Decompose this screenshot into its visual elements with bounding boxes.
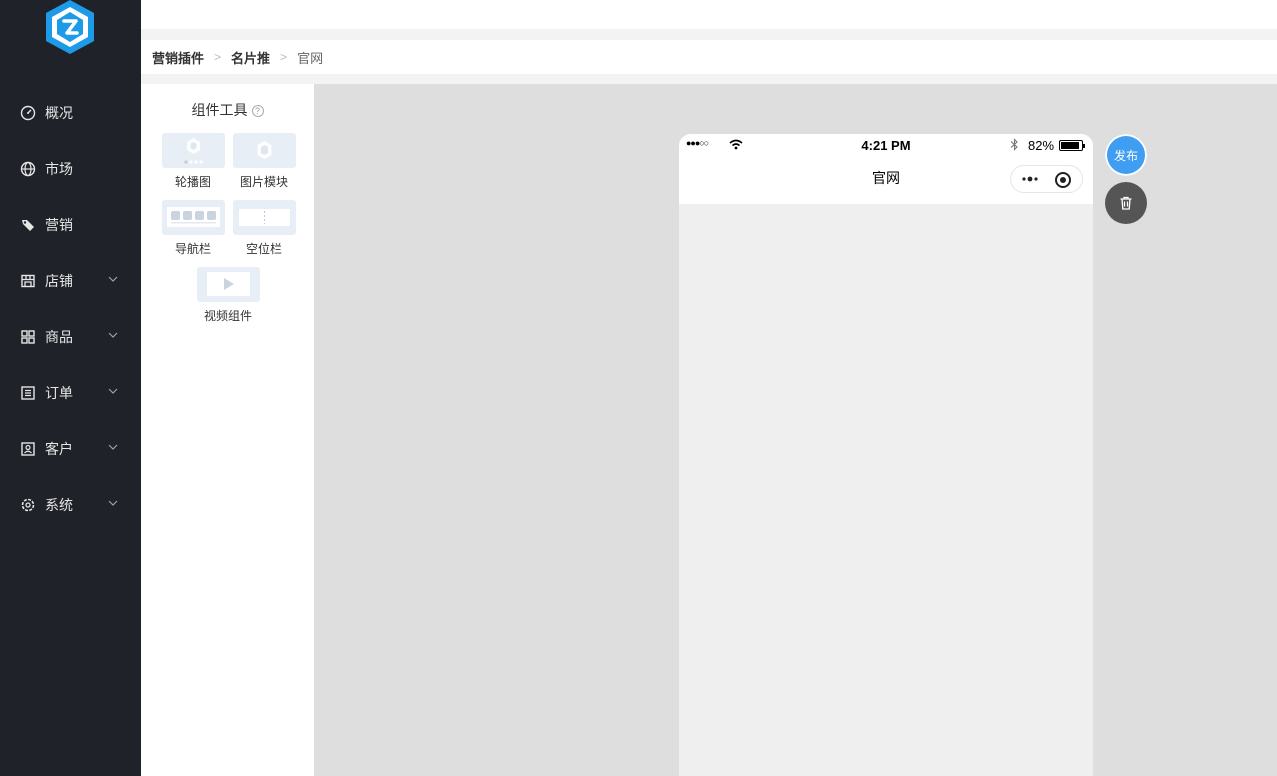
- sidebar: 概况 市场 营销 店铺 商品 订单 客户 系统: [0, 0, 141, 776]
- publish-button[interactable]: 发布: [1105, 134, 1147, 176]
- sidebar-item-marketing[interactable]: 营销: [0, 197, 141, 253]
- image-module-icon: [232, 133, 296, 168]
- sidebar-item-store[interactable]: 店铺: [0, 253, 141, 309]
- carousel-icon: [161, 133, 225, 168]
- phone-preview[interactable]: ●●●○○ 4:21 PM 82% 官网: [679, 134, 1093, 776]
- sidebar-item-label: 店铺: [45, 273, 73, 289]
- battery-icon: [1059, 140, 1085, 151]
- sidebar-item-products[interactable]: 商品: [0, 309, 141, 365]
- tag-icon: [20, 217, 36, 233]
- brand-logo-icon[interactable]: [44, 0, 96, 54]
- trash-icon: [1120, 196, 1132, 210]
- globe-icon: [20, 161, 36, 177]
- sidebar-item-system[interactable]: 系统: [0, 477, 141, 533]
- video-icon: [196, 267, 260, 302]
- tools-title-text: 组件工具: [191, 102, 248, 118]
- tool-navbar[interactable]: 导航栏: [161, 200, 225, 257]
- phone-status-bar: ●●●○○ 4:21 PM 82%: [679, 138, 1093, 154]
- spacer-icon: [232, 200, 296, 235]
- sidebar-item-overview[interactable]: 概况: [0, 85, 141, 141]
- battery-percent: 82%: [1028, 138, 1055, 153]
- list-icon: [20, 385, 36, 401]
- sidebar-item-label: 订单: [45, 385, 73, 401]
- navbar-icon: [161, 200, 225, 235]
- sidebar-item-market[interactable]: 市场: [0, 141, 141, 197]
- breadcrumb: 营销插件 > 名片推 > 官网: [141, 40, 1277, 74]
- sidebar-item-orders[interactable]: 订单: [0, 365, 141, 421]
- contact-icon: [20, 441, 36, 457]
- close-target-icon[interactable]: [1055, 172, 1071, 188]
- breadcrumb-separator-icon: >: [280, 50, 288, 64]
- tool-image-module[interactable]: 图片模块: [232, 133, 296, 190]
- sidebar-item-customers[interactable]: 客户: [0, 421, 141, 477]
- tool-label: 导航栏: [174, 242, 211, 256]
- tool-spacer[interactable]: 空位栏: [232, 200, 296, 257]
- sidebar-item-label: 系统: [45, 497, 73, 513]
- sidebar-item-label: 概况: [45, 105, 73, 121]
- phone-header: ●●●○○ 4:21 PM 82% 官网: [679, 134, 1093, 204]
- sidebar-item-label: 客户: [45, 441, 73, 457]
- preview-canvas: ●●●○○ 4:21 PM 82% 官网 发布: [314, 84, 1277, 776]
- breadcrumb-current: 官网: [297, 50, 324, 66]
- delete-button[interactable]: [1105, 182, 1147, 224]
- sidebar-item-label: 营销: [45, 217, 73, 233]
- breadcrumb-marketing-plugins[interactable]: 营销插件: [152, 48, 204, 67]
- chevron-down-icon: [108, 276, 118, 282]
- grid-icon: [20, 329, 36, 345]
- chevron-down-icon: [108, 500, 118, 506]
- more-dots-icon[interactable]: [1021, 174, 1041, 184]
- tool-label: 视频组件: [203, 309, 252, 323]
- tools-title: 组件工具?: [141, 100, 314, 120]
- tool-video[interactable]: 视频组件: [196, 267, 260, 324]
- breadcrumb-card-push[interactable]: 名片推: [231, 48, 270, 67]
- tool-carousel[interactable]: 轮播图: [161, 133, 225, 190]
- tool-label: 图片模块: [239, 175, 288, 189]
- sidebar-nav: 概况 市场 营销 店铺 商品 订单 客户 系统: [0, 85, 141, 533]
- chevron-down-icon: [108, 444, 118, 450]
- component-tools-panel: 组件工具? 轮播图 图片模块 导航栏 空位栏 视频组件: [141, 84, 314, 776]
- top-bar: [141, 0, 1277, 29]
- breadcrumb-separator-icon: >: [214, 50, 222, 64]
- help-icon[interactable]: ?: [251, 105, 264, 117]
- tool-label: 轮播图: [174, 175, 211, 189]
- chevron-down-icon: [108, 388, 118, 394]
- store-icon: [20, 273, 36, 289]
- gear-icon: [20, 497, 36, 513]
- sidebar-item-label: 商品: [45, 329, 73, 345]
- bluetooth-icon: [1010, 138, 1018, 151]
- sidebar-item-label: 市场: [45, 161, 73, 177]
- chevron-down-icon: [108, 332, 118, 338]
- dashboard-icon: [20, 105, 36, 121]
- mini-program-capsule: [1010, 165, 1083, 193]
- tool-label: 空位栏: [245, 242, 282, 256]
